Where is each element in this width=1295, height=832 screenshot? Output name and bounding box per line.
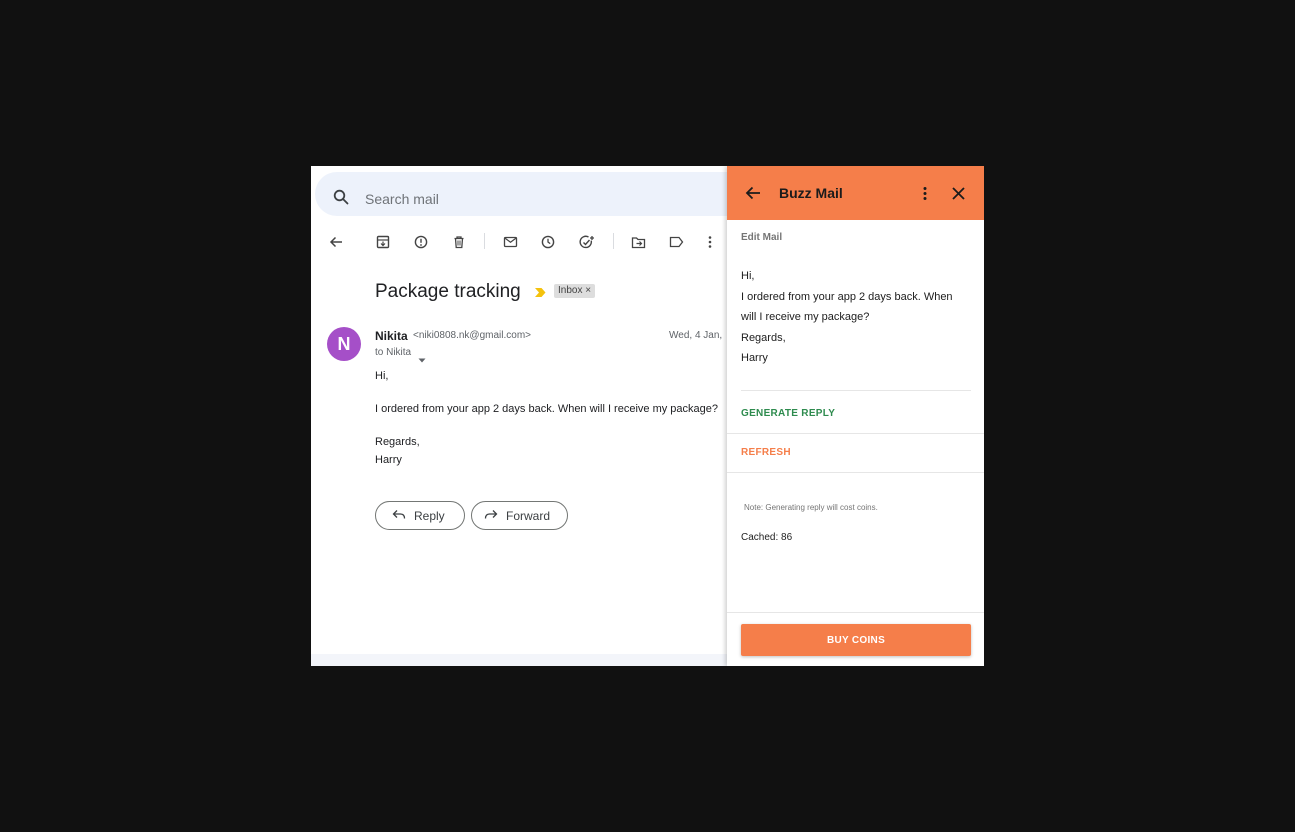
screen-frame: Package tracking Inbox × N Nikita <niki0…: [311, 166, 984, 666]
search-input[interactable]: [365, 191, 665, 207]
buzz-mail-panel: Buzz Mail Edit Mail Hi, I ordered from y…: [727, 166, 984, 666]
show-details-caret-icon[interactable]: [418, 350, 426, 368]
archive-icon[interactable]: [373, 232, 393, 252]
important-marker-icon[interactable]: [534, 285, 547, 303]
draft-line[interactable]: Harry: [741, 352, 768, 364]
email-subject: Package tracking: [375, 281, 521, 302]
cached-count: Cached: 86: [741, 532, 793, 543]
back-arrow-icon[interactable]: [326, 232, 346, 252]
email-body-line: Harry: [375, 454, 402, 466]
search-bar[interactable]: [315, 172, 755, 216]
avatar: N: [327, 327, 361, 361]
report-spam-icon[interactable]: [411, 232, 431, 252]
forward-icon: [484, 509, 498, 523]
panel-title: Buzz Mail: [779, 185, 843, 201]
label-icon[interactable]: [666, 232, 686, 252]
email-body-line: Hi,: [375, 370, 389, 382]
mark-unread-icon[interactable]: [500, 232, 520, 252]
generate-reply-button[interactable]: GENERATE REPLY: [741, 408, 835, 419]
section-divider: [727, 433, 984, 434]
sender-email: <niki0808.nk@gmail.com>: [413, 330, 531, 341]
coin-cost-note: Note: Generating reply will cost coins.: [744, 503, 878, 512]
email-date: Wed, 4 Jan,: [669, 330, 723, 341]
more-vert-icon[interactable]: [700, 232, 720, 252]
edit-mail-heading: Edit Mail: [741, 232, 783, 243]
back-arrow-icon[interactable]: [743, 183, 763, 203]
panel-header: Buzz Mail: [727, 166, 984, 220]
snooze-icon[interactable]: [538, 232, 558, 252]
buy-coins-button[interactable]: BUY COINS: [741, 624, 971, 656]
reply-label: Reply: [414, 508, 445, 523]
draft-line[interactable]: I ordered from your app 2 days back. Whe…: [741, 291, 953, 303]
chip-remove-icon[interactable]: ×: [585, 285, 591, 296]
draft-line[interactable]: Regards,: [741, 332, 786, 344]
move-to-icon[interactable]: [628, 232, 648, 252]
forward-button[interactable]: Forward: [471, 501, 568, 530]
add-to-tasks-icon[interactable]: [577, 232, 597, 252]
gmail-message-view: Package tracking Inbox × N Nikita <niki0…: [311, 166, 755, 666]
draft-divider: [741, 390, 971, 391]
recipient-line: to Nikita: [375, 347, 412, 358]
inbox-chip-label: Inbox: [558, 285, 583, 296]
toolbar-divider: [613, 233, 614, 249]
email-body-line: I ordered from your app 2 days back. Whe…: [375, 403, 718, 415]
email-body-line: Regards,: [375, 436, 420, 448]
toolbar-divider: [484, 233, 485, 249]
gmail-bottom-strip: [311, 654, 727, 666]
section-divider: [727, 472, 984, 473]
inbox-label-chip[interactable]: Inbox ×: [554, 284, 596, 298]
footer-divider: [727, 612, 984, 613]
search-icon[interactable]: [333, 189, 349, 210]
more-vert-icon[interactable]: [915, 183, 935, 203]
sender-name: Nikita: [375, 329, 408, 343]
draft-line[interactable]: Hi,: [741, 270, 754, 282]
delete-icon[interactable]: [449, 232, 469, 252]
close-icon[interactable]: [948, 183, 968, 203]
draft-line[interactable]: will I receive my package?: [741, 311, 869, 323]
refresh-button[interactable]: REFRESH: [741, 447, 791, 458]
forward-label: Forward: [506, 508, 551, 523]
reply-button[interactable]: Reply: [375, 501, 465, 530]
reply-icon: [392, 509, 406, 523]
